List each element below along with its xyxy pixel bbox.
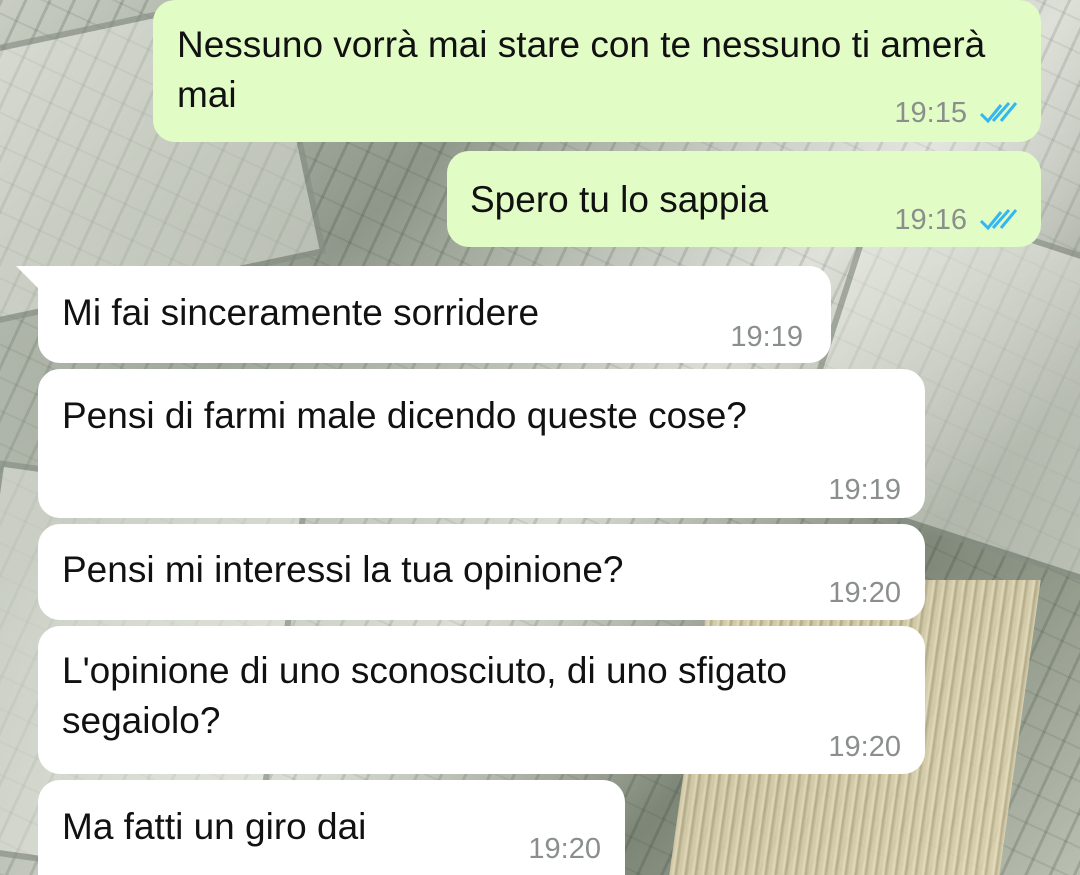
message-bubble-incoming[interactable]: Pensi mi interessi la tua opinione? 19:2… [38,524,925,620]
message-bubble-incoming[interactable]: Ma fatti un giro dai 19:20 [38,780,625,875]
message-bubble-outgoing[interactable]: Spero tu lo sappia 19:16 [447,151,1041,247]
message-text: Ma fatti un giro dai [62,806,367,847]
message-bubble-outgoing[interactable]: Nessuno vorrà mai stare con te nessuno t… [153,0,1041,142]
message-bubble-incoming[interactable]: L'opinione di uno sconosciuto, di uno sf… [38,626,925,774]
message-text: Pensi mi interessi la tua opinione? [62,549,624,590]
message-time: 19:20 [828,577,901,609]
message-bubble-incoming[interactable]: Mi fai sinceramente sorridere 19:19 [38,266,831,363]
message-time: 19:20 [528,833,601,865]
message-time: 19:19 [828,474,901,506]
message-text: L'opinione di uno sconosciuto, di uno sf… [62,650,787,741]
message-text: Nessuno vorrà mai stare con te nessuno t… [177,24,986,115]
double-check-read-icon [979,102,1018,124]
message-text: Mi fai sinceramente sorridere [62,292,540,333]
message-text: Spero tu lo sappia [470,179,769,220]
message-time: 19:15 [894,97,967,129]
message-text: Pensi di farmi male dicendo queste cose? [62,395,747,436]
message-time: 19:16 [894,204,967,236]
message-time: 19:20 [828,731,901,763]
message-bubble-incoming[interactable]: Pensi di farmi male dicendo queste cose?… [38,369,925,518]
message-time: 19:19 [730,321,803,353]
double-check-read-icon [979,209,1018,231]
